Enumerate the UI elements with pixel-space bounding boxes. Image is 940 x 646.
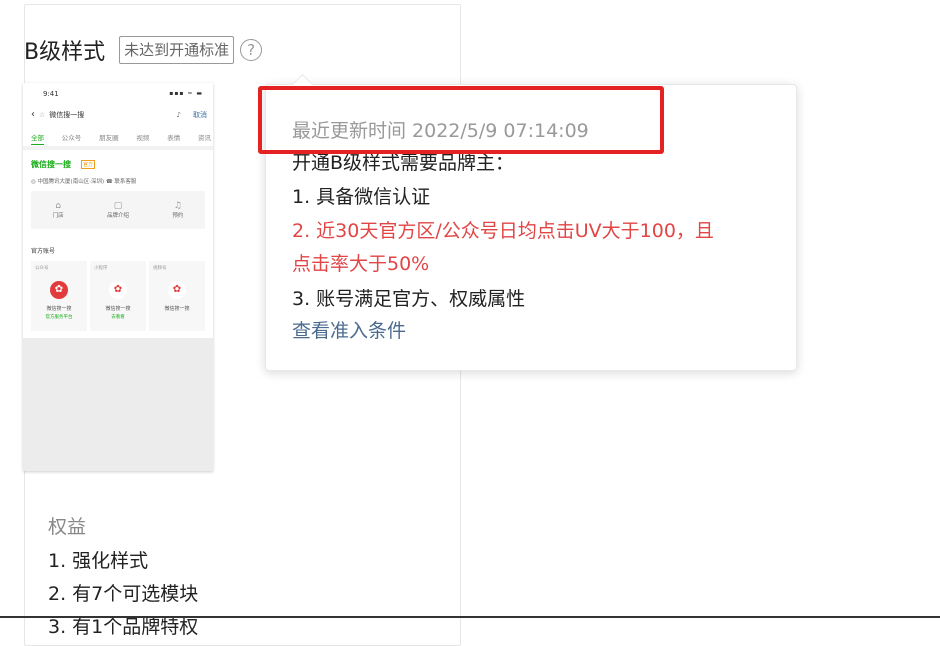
- phone-account-type: 小程序: [94, 266, 108, 271]
- phone-search-bar: ‹ ☆ 微信搜一搜 ♪ 取消: [31, 109, 207, 120]
- logo-icon: ✿: [50, 281, 68, 299]
- phone-search-text: 微信搜一搜: [49, 110, 85, 119]
- mic-icon: ♪: [176, 110, 181, 119]
- card-title: B级样式: [24, 40, 106, 65]
- back-icon: ‹: [31, 109, 35, 120]
- phone-tab: 朋友圈: [99, 134, 119, 142]
- phone-tabs: 全部 公众号 朋友圈 视频 表情 资讯: [31, 132, 211, 145]
- phone-signal-icon: ▪▪▪ ≈ ▬: [169, 90, 203, 97]
- requirement-3: 3. 账号满足官方、权威属性: [292, 288, 526, 310]
- phone-tab: 表情: [167, 134, 181, 142]
- status-badge: 未达到开通标准: [119, 36, 235, 64]
- benefits-title: 权益: [48, 516, 87, 538]
- bottom-border: [0, 616, 940, 618]
- phone-account: 视频号 ✿ 微信搜一搜: [149, 261, 205, 331]
- phone-tab: 全部: [31, 132, 44, 145]
- requirement-2: 2. 近30天官方区/公众号日均点击UV大于100，且: [292, 220, 714, 242]
- phone-account-sub: 官方服务平台: [45, 315, 73, 320]
- phone-cancel: 取消: [193, 110, 207, 119]
- phone-account-sub: 去看看: [111, 315, 125, 320]
- star-icon: ☆: [39, 110, 46, 119]
- phone-tab: 视频: [136, 134, 150, 142]
- phone-services: ⌂ 门店 ▢ 品牌介绍 ♫ 预约: [31, 191, 205, 229]
- view-criteria-link[interactable]: 查看准入条件: [292, 316, 406, 343]
- title-row: B级样式 未达到开通标准 ?: [24, 34, 263, 66]
- phone-preview: 9:41 ▪▪▪ ≈ ▬ ‹ ☆ 微信搜一搜 ♪ 取消 全部 公众号 朋友圈 视…: [23, 83, 213, 471]
- phone-account: 小程序 ✿ 微信搜一搜 去看看: [90, 261, 146, 331]
- phone-divider: [23, 146, 213, 150]
- booking-icon: ♫: [173, 201, 182, 211]
- benefit-item: 2. 有7个可选模块: [48, 583, 199, 605]
- phone-brand-name: 微信搜一搜: [31, 160, 71, 169]
- phone-address: ◎ 中国腾讯大厦(南山区·深圳) ☎ 联系客服: [31, 179, 137, 185]
- logo-icon: ✿: [109, 281, 127, 299]
- phone-service-label: 品牌介绍: [106, 213, 129, 219]
- phone-service-label: 预约: [172, 213, 184, 219]
- requirement-1: 1. 具备微信认证: [292, 186, 431, 208]
- phone-brand-tag: 官方: [81, 160, 96, 169]
- phone-account-name: 微信搜一搜: [105, 306, 131, 312]
- requirement-2-cont: 点击率大于50%: [292, 253, 430, 275]
- phone-account: 公众号 ✿ 微信搜一搜 官方服务平台: [31, 261, 87, 331]
- phone-service: ▢ 品牌介绍: [107, 201, 129, 219]
- phone-service: ⌂ 门店: [53, 201, 64, 219]
- help-icon[interactable]: ?: [240, 39, 263, 61]
- phone-official-title: 官方账号: [31, 248, 56, 255]
- logo-icon: ✿: [168, 281, 186, 299]
- phone-account-type: 公众号: [35, 266, 49, 271]
- benefit-item: 1. 强化样式: [48, 550, 149, 572]
- phone-screen: 9:41 ▪▪▪ ≈ ▬ ‹ ☆ 微信搜一搜 ♪ 取消 全部 公众号 朋友圈 视…: [23, 83, 213, 338]
- phone-accounts: 公众号 ✿ 微信搜一搜 官方服务平台 小程序 ✿ 微信搜一搜 去看看 视频号 ✿…: [31, 261, 205, 331]
- highlight-box: [258, 86, 664, 154]
- phone-account-type: 视频号: [153, 266, 167, 271]
- phone-time: 9:41: [43, 90, 59, 98]
- phone-service-label: 门店: [52, 213, 64, 219]
- brand-intro-icon: ▢: [113, 201, 123, 211]
- store-icon: ⌂: [55, 201, 62, 211]
- phone-service: ♫ 预约: [172, 201, 183, 219]
- phone-account-name: 微信搜一搜: [46, 306, 72, 312]
- phone-account-name: 微信搜一搜: [164, 306, 190, 312]
- phone-tab: 公众号: [61, 134, 82, 142]
- phone-tab: 资讯: [197, 134, 211, 142]
